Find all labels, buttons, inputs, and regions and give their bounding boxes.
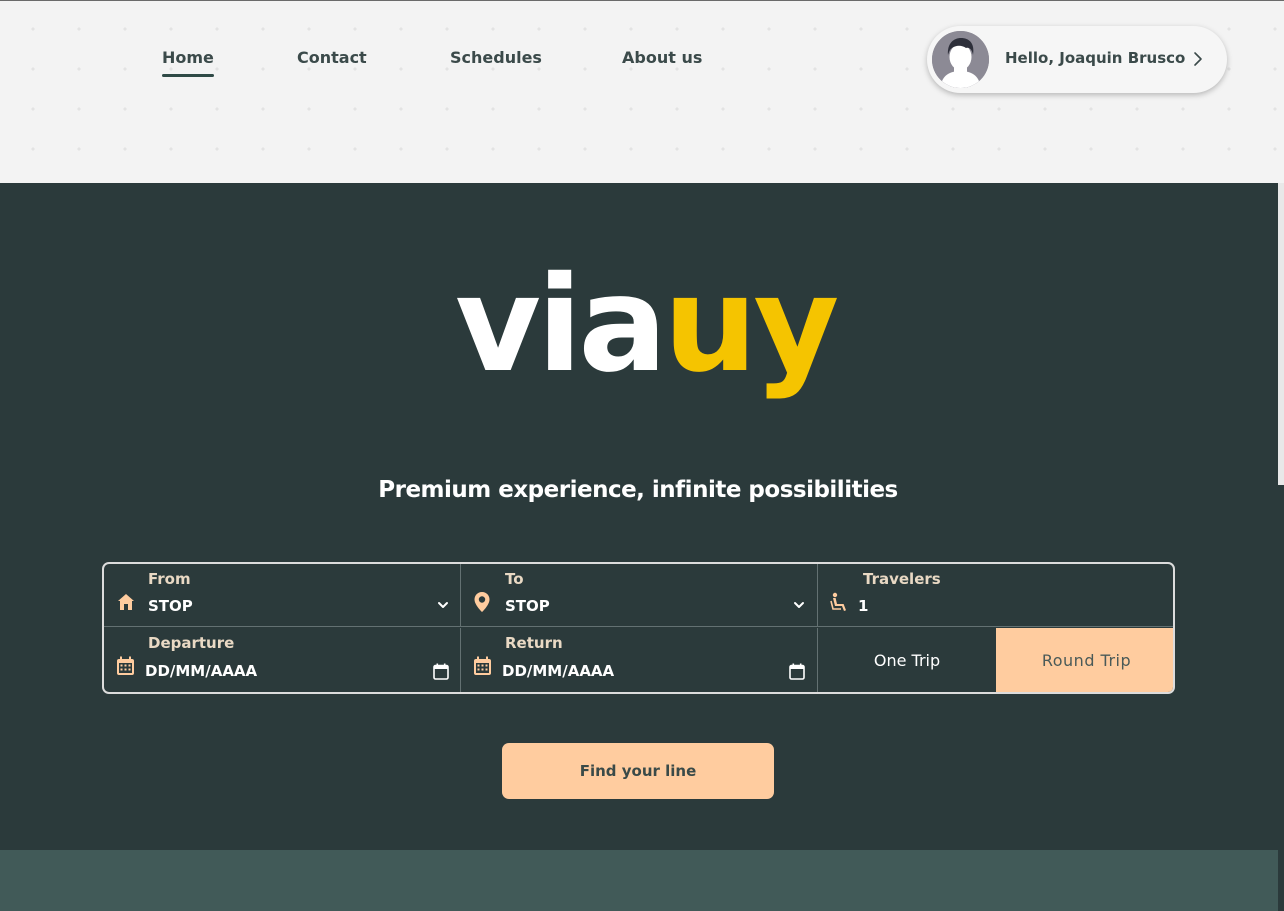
home-icon — [118, 594, 134, 610]
date-picker-icon[interactable] — [433, 663, 449, 680]
user-avatar-icon — [932, 31, 989, 88]
user-menu-button[interactable]: Hello, Joaquin Brusco — [927, 26, 1227, 93]
one-trip-toggle[interactable]: One Trip — [818, 628, 996, 692]
travelers-input[interactable]: 1 — [858, 597, 868, 615]
departure-label: Departure — [148, 634, 235, 652]
to-field[interactable]: To STOP — [461, 564, 818, 627]
to-select-value[interactable]: STOP — [505, 597, 550, 615]
viauy-logo: viauy — [455, 240, 839, 410]
scrollbar[interactable] — [1278, 183, 1284, 485]
to-label: To — [505, 570, 524, 588]
logo-part-uy: uy — [663, 248, 839, 402]
return-field[interactable]: Return DD/MM/AAAA — [461, 628, 818, 692]
nav-schedules[interactable]: Schedules — [450, 48, 542, 67]
round-trip-toggle[interactable]: Round Trip — [996, 628, 1173, 692]
hero-tagline: Premium experience, infinite possibiliti… — [378, 477, 898, 503]
logo-part-via: via — [455, 248, 667, 402]
nav-home[interactable]: Home — [162, 48, 214, 77]
departure-field[interactable]: Departure DD/MM/AAAA — [104, 628, 461, 692]
travelers-label: Travelers — [863, 570, 941, 588]
map-pin-icon — [474, 592, 490, 612]
next-section-band — [0, 850, 1278, 911]
calendar-icon — [117, 656, 134, 675]
find-your-line-button[interactable]: Find your line — [502, 743, 774, 799]
user-greeting: Hello, Joaquin Brusco — [1005, 49, 1186, 67]
from-label: From — [148, 570, 191, 588]
departure-date-input[interactable]: DD/MM/AAAA — [145, 662, 257, 680]
nav-contact[interactable]: Contact — [297, 48, 367, 67]
return-date-input[interactable]: DD/MM/AAAA — [502, 662, 614, 680]
travelers-field[interactable]: Travelers 1 — [818, 564, 1173, 627]
search-form: From STOP To STOP Travelers 1 Departure … — [102, 562, 1175, 694]
calendar-icon — [474, 656, 491, 675]
chevron-down-icon[interactable] — [437, 600, 449, 610]
chevron-right-icon — [1194, 52, 1202, 66]
from-field[interactable]: From STOP — [104, 564, 461, 627]
top-header: Home Contact Schedules About us Hello, J… — [0, 0, 1284, 183]
nav-about-us[interactable]: About us — [622, 48, 702, 67]
return-label: Return — [505, 634, 563, 652]
chevron-down-icon[interactable] — [793, 600, 805, 610]
from-select-value[interactable]: STOP — [148, 597, 193, 615]
seat-icon — [830, 592, 846, 611]
date-picker-icon[interactable] — [789, 663, 805, 680]
